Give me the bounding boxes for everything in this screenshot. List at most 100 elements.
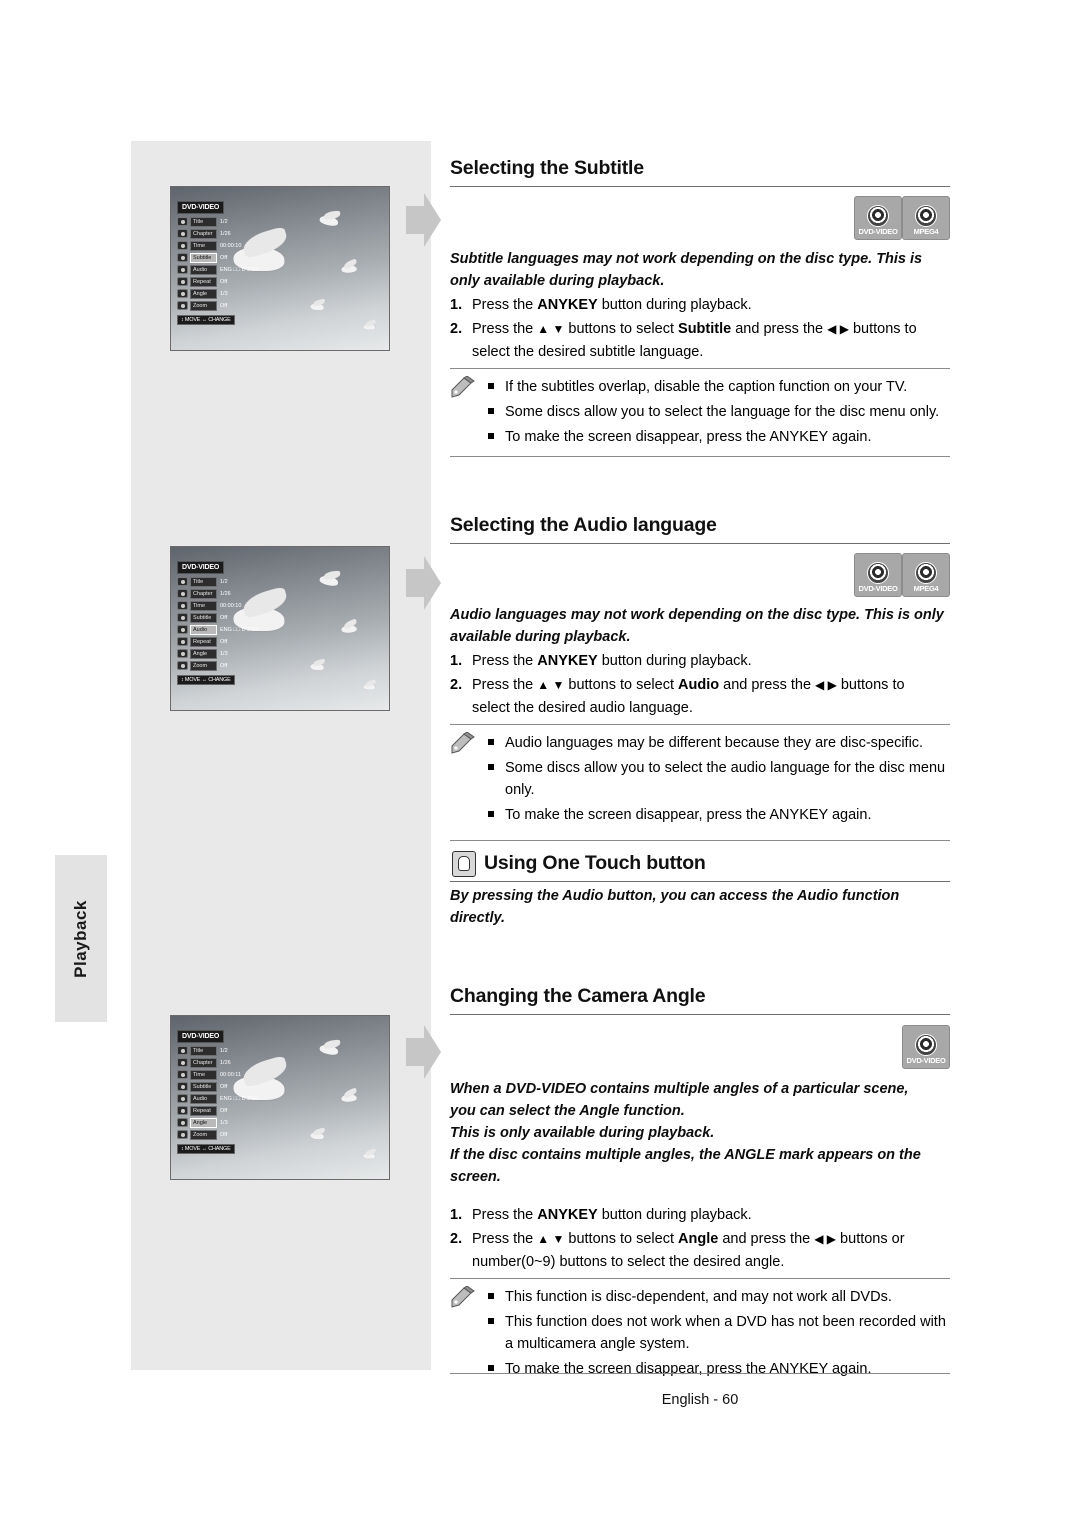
note-text: To make the screen disappear, press the …: [505, 807, 872, 823]
note-item: Audio languages may be different because…: [486, 732, 950, 754]
step-item: 1. Press the ANYKEY button during playba…: [450, 650, 950, 673]
title-rule-3: [450, 881, 950, 882]
steps-subtitle: 1. Press the ANYKEY button during playba…: [450, 294, 950, 365]
badge-label: DVD-VIDEO: [858, 584, 898, 593]
note-text: This function is disc-dependent, and may…: [505, 1289, 892, 1305]
badge-dvd-video-2: DVD-VIDEO: [854, 553, 902, 597]
osd-panel: DVD-VIDEO Title 1/2 Chapter 1/26 Time 00:00…: [177, 561, 269, 685]
step-keyword: ANYKEY: [537, 1207, 598, 1223]
arrow-head: [424, 193, 441, 247]
step-text-line2: select the desired subtitle language.: [472, 344, 704, 360]
badge-label: MPEG4: [913, 227, 939, 236]
chapter-icon: [177, 589, 188, 598]
angle-icon: [177, 649, 188, 658]
osd-row-repeat: Repeat Off: [177, 1105, 269, 1116]
osd-row-audio: Audio ENG □□ D 2CH: [177, 624, 269, 635]
note-rule-top-1: [450, 368, 950, 369]
step-item: 2. Press the ▲ ▼ buttons to select Subti…: [450, 318, 950, 364]
arrow-head: [424, 556, 441, 610]
intro-line: This is only available during playback.: [450, 1125, 715, 1141]
osd-row-time: Time 00:00:10: [177, 600, 269, 611]
clock-icon: [177, 241, 188, 250]
note-text: Some discs allow you to select the audio…: [505, 760, 946, 798]
updown-arrow-icon: ▲ ▼: [537, 1232, 565, 1246]
step-number: 1.: [450, 653, 463, 669]
seagull-small: [306, 1127, 330, 1145]
chapter-icon: [177, 1058, 188, 1067]
note-text: If the subtitles overlap, disable the ca…: [505, 379, 908, 395]
osd-disc-type: DVD-VIDEO: [177, 561, 225, 574]
step-number: 1.: [450, 297, 463, 313]
audio-icon: [177, 625, 188, 634]
section-title-camera-angle: Changing the Camera Angle: [450, 985, 706, 1007]
seagull-small: [306, 658, 330, 676]
osd-disc-type: DVD-VIDEO: [177, 1030, 225, 1043]
step-item: 1. Press the ANYKEY button during playba…: [450, 1204, 950, 1227]
step-text-cont3: buttons to: [836, 677, 905, 693]
step-text-cont3: buttons or: [836, 1231, 905, 1247]
zoom-icon: [177, 661, 188, 670]
osd-footer-hints: ↕ MOVE ↔ CHANGE: [177, 315, 235, 325]
step-number: 2.: [450, 1231, 463, 1247]
note-rule-top-4: [450, 1278, 950, 1279]
arrow-shaft: [406, 1038, 426, 1066]
leftright-arrow-icon: ◀ ▶: [814, 1232, 837, 1246]
updown-arrow-icon: ▲ ▼: [537, 678, 565, 692]
zoom-icon: [177, 1130, 188, 1139]
subtitle-icon: [177, 613, 188, 622]
badge-dvd-video-1: DVD-VIDEO: [854, 196, 902, 240]
step-text-cont3: buttons to: [848, 321, 917, 337]
audio-icon: [177, 1094, 188, 1103]
osd-row-subtitle: Subtitle Off: [177, 1081, 269, 1092]
step-keyword: Angle: [678, 1231, 719, 1247]
osd-row-title: Title 1/2: [177, 576, 269, 587]
seagull-small: [336, 259, 364, 280]
step-number: 1.: [450, 1207, 463, 1223]
seagull-small: [306, 298, 330, 316]
note-rule-bottom-2: [450, 840, 950, 841]
step-text: Press the: [472, 653, 538, 669]
step-text-cont: button during playback.: [597, 653, 752, 669]
step-text-cont2: and press the: [719, 677, 816, 693]
note-text: To make the screen disappear, press the …: [505, 1361, 872, 1377]
osd-rows: Title 1/2 Chapter 1/26 Time 00:00:10 Subtit…: [177, 576, 269, 671]
repeat-icon: [177, 1106, 188, 1115]
pencil-note-icon: [451, 1286, 475, 1308]
osd-row-angle: Angle 1/3: [177, 1117, 269, 1128]
seagull-small: [336, 619, 364, 640]
title-icon: [177, 577, 188, 586]
section-title-one-touch: Using One Touch button: [484, 852, 706, 874]
note-item: To make the screen disappear, press the …: [486, 804, 950, 826]
arrow-shaft: [406, 206, 426, 234]
badge-mpeg4-1: MPEG4: [902, 196, 950, 240]
osd-row-zoom: Zoom Off: [177, 1129, 269, 1140]
intro-text-one-touch: By pressing the Audio button, you can ac…: [450, 888, 900, 926]
step-text-cont2: and press the: [718, 1231, 815, 1247]
badge-mpeg4-2: MPEG4: [902, 553, 950, 597]
arrow-shaft: [406, 569, 426, 597]
steps-audio: 1. Press the ANYKEY button during playba…: [450, 650, 950, 721]
pointer-arrow-2: [406, 556, 441, 610]
badge-label: DVD-VIDEO: [858, 227, 898, 236]
osd-row-subtitle: Subtitle Off: [177, 252, 269, 263]
intro-line: If the disc contains multiple angles, th…: [450, 1147, 921, 1163]
osd-panel: DVD-VIDEO Title 1/2 Chapter 1/26 Time 00:00…: [177, 201, 269, 325]
manual-page: Playback Selecting the Subtitle DVD-VIDE…: [0, 0, 1080, 1534]
step-item: 1. Press the ANYKEY button during playba…: [450, 294, 950, 317]
osd-rows: Title 1/2 Chapter 1/26 Time 00:00:10 Subtit…: [177, 216, 269, 311]
step-number: 2.: [450, 321, 463, 337]
step-text-line2: select the desired audio language.: [472, 700, 693, 716]
notes-camera-angle: This function is disc-dependent, and may…: [486, 1286, 950, 1383]
step-text-cont: buttons to select: [564, 1231, 679, 1247]
step-item: 2. Press the ▲ ▼ buttons to select Angle…: [450, 1228, 950, 1274]
badge-dvd-video-3: DVD-VIDEO: [902, 1025, 950, 1069]
disc-icon: [867, 562, 889, 584]
intro-text-camera-angle: When a DVD-VIDEO contains multiple angle…: [450, 1078, 950, 1188]
updown-arrow-icon: ▲ ▼: [537, 322, 565, 336]
osd-row-audio: Audio ENG □□ D 2CH: [177, 1093, 269, 1104]
chapter-tab-playback: Playback: [55, 855, 107, 1022]
tv-screenshot-angle: DVD-VIDEO Title 1/2 Chapter 1/26 Time 00:00…: [170, 1015, 390, 1180]
step-keyword: ANYKEY: [537, 653, 598, 669]
seagull-small: [336, 1088, 364, 1109]
osd-row-chapter: Chapter 1/26: [177, 228, 269, 239]
